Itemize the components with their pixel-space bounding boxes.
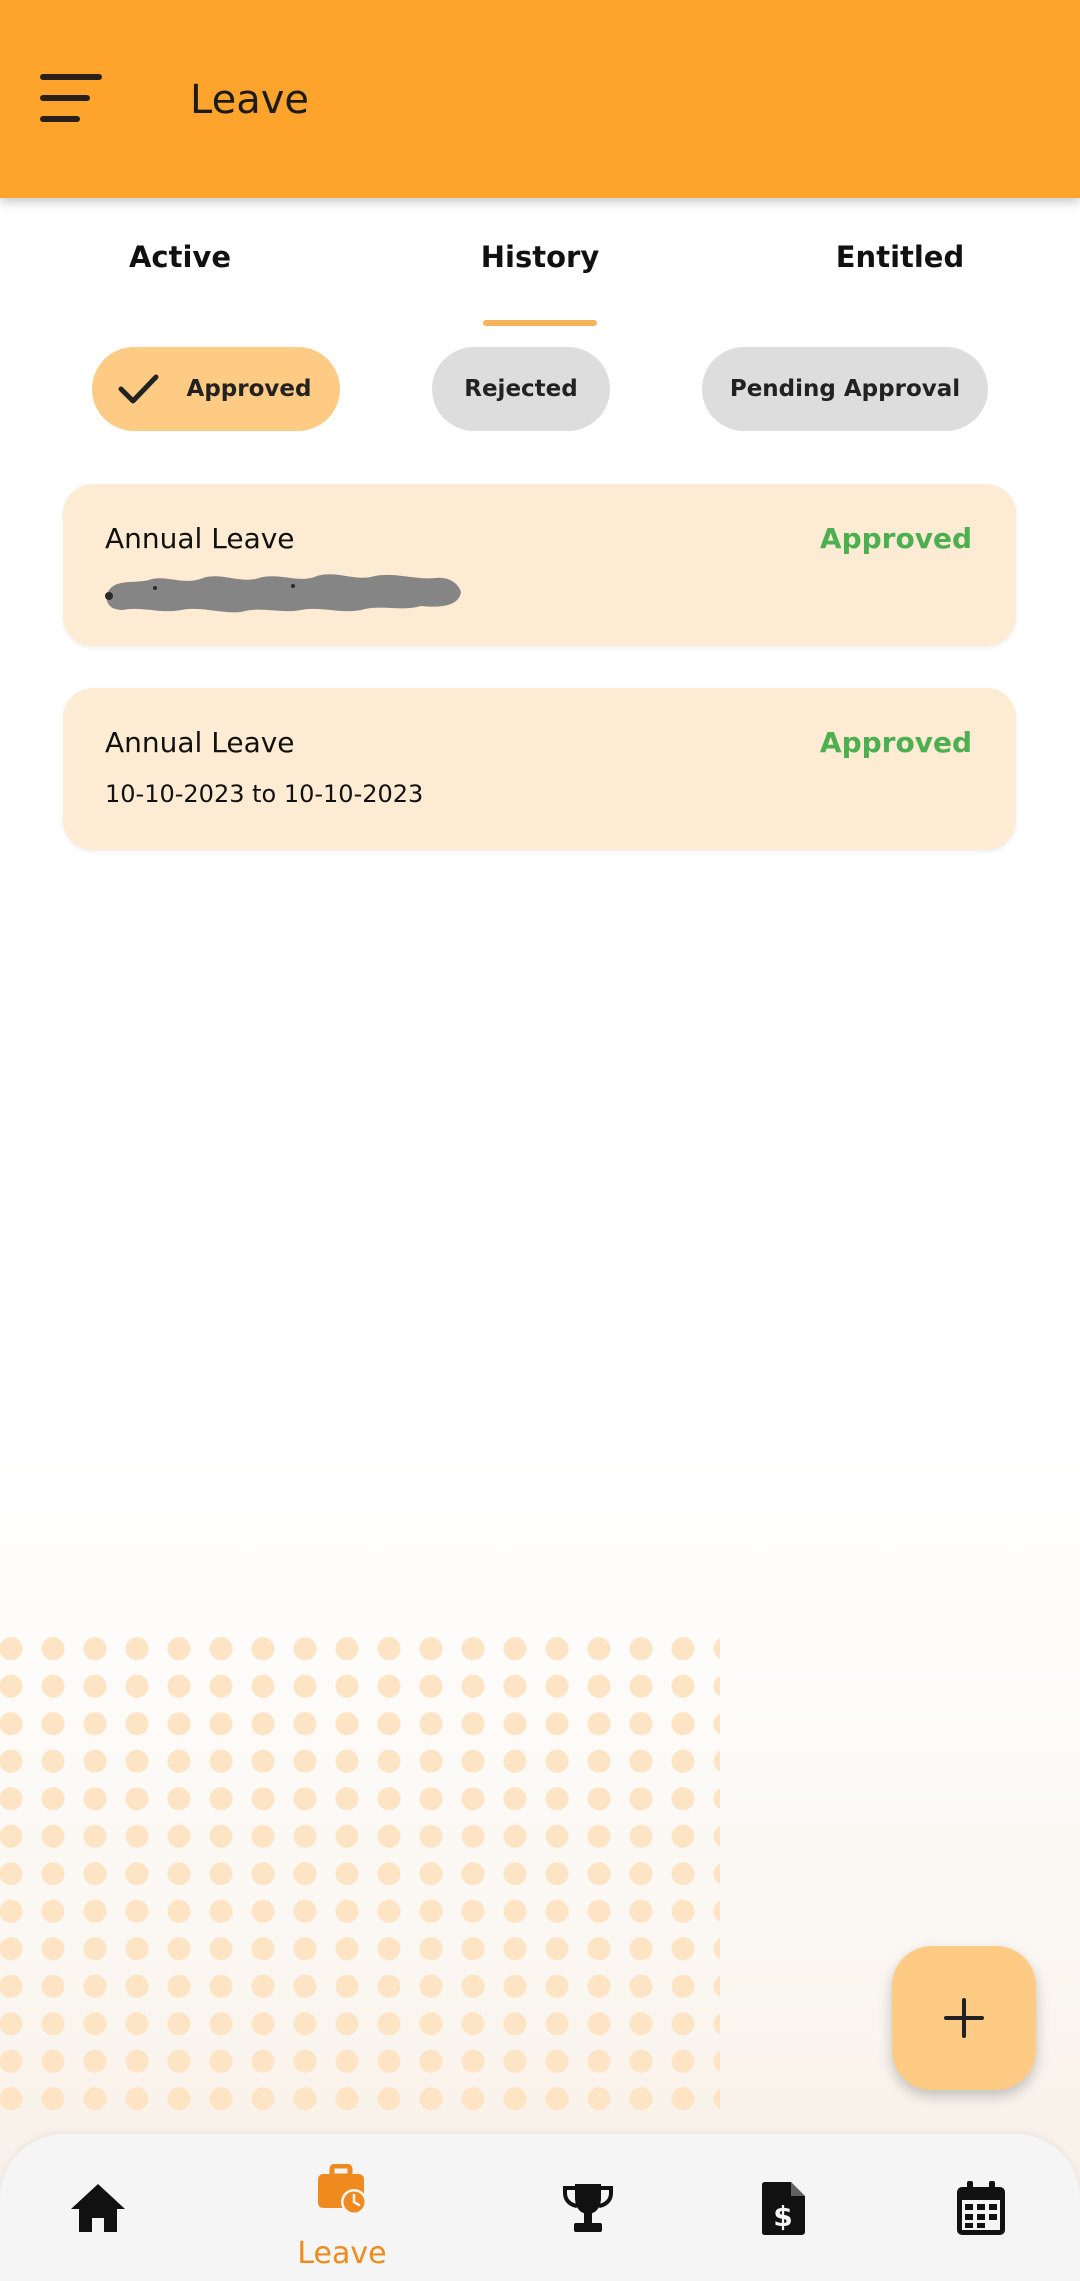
calendar-icon [957, 2181, 1005, 2235]
leave-card[interactable]: Annual Leave Approved 10-10-2023 to 10-1… [63, 688, 1016, 850]
page-title: Leave [190, 77, 309, 123]
filter-chip-pending-approval[interactable]: Pending Approval [702, 347, 988, 431]
tab-history[interactable]: History [481, 240, 599, 274]
filter-chip-label: Pending Approval [729, 376, 961, 402]
bottom-navigation: Leave $ [0, 2134, 1080, 2281]
trophy-icon [563, 2184, 613, 2232]
tab-active[interactable]: Active [129, 240, 231, 274]
leave-type: Annual Leave [105, 522, 295, 555]
filter-chip-label: Approved [186, 376, 312, 402]
nav-item-awards[interactable] [528, 2134, 648, 2281]
check-icon [118, 374, 159, 404]
filter-chip-approved[interactable]: Approved [92, 347, 340, 431]
redacted-dates [105, 574, 461, 613]
filter-chip-label: Rejected [464, 376, 578, 402]
leave-status: Approved [819, 726, 972, 759]
briefcase-clock-icon [318, 2164, 367, 2215]
tab-selected-indicator [483, 320, 597, 326]
nav-item-home[interactable] [38, 2134, 158, 2281]
background-dot-pattern [0, 1630, 720, 2120]
dollar-document-icon: $ [762, 2182, 805, 2235]
nav-item-label: Leave [297, 2236, 387, 2271]
nav-item-payslip[interactable]: $ [724, 2134, 844, 2281]
tab-bar: Active History Entitled [0, 198, 1080, 328]
filter-chip-rejected[interactable]: Rejected [432, 347, 610, 431]
hamburger-menu-icon[interactable] [40, 70, 106, 126]
leave-dates: 10-10-2023 to 10-10-2023 [105, 780, 424, 808]
nav-item-calendar[interactable] [921, 2134, 1041, 2281]
svg-text:$: $ [773, 2200, 792, 2233]
tab-entitled[interactable]: Entitled [836, 240, 965, 274]
app-bar: Leave [0, 0, 1080, 198]
add-leave-button[interactable] [892, 1946, 1036, 2090]
nav-item-leave[interactable]: Leave [282, 2134, 402, 2281]
leave-card[interactable]: Annual Leave Approved [63, 484, 1016, 646]
plus-icon [944, 1998, 984, 2038]
leave-status: Approved [819, 522, 972, 555]
home-icon [71, 2184, 125, 2232]
leave-type: Annual Leave [105, 726, 295, 759]
